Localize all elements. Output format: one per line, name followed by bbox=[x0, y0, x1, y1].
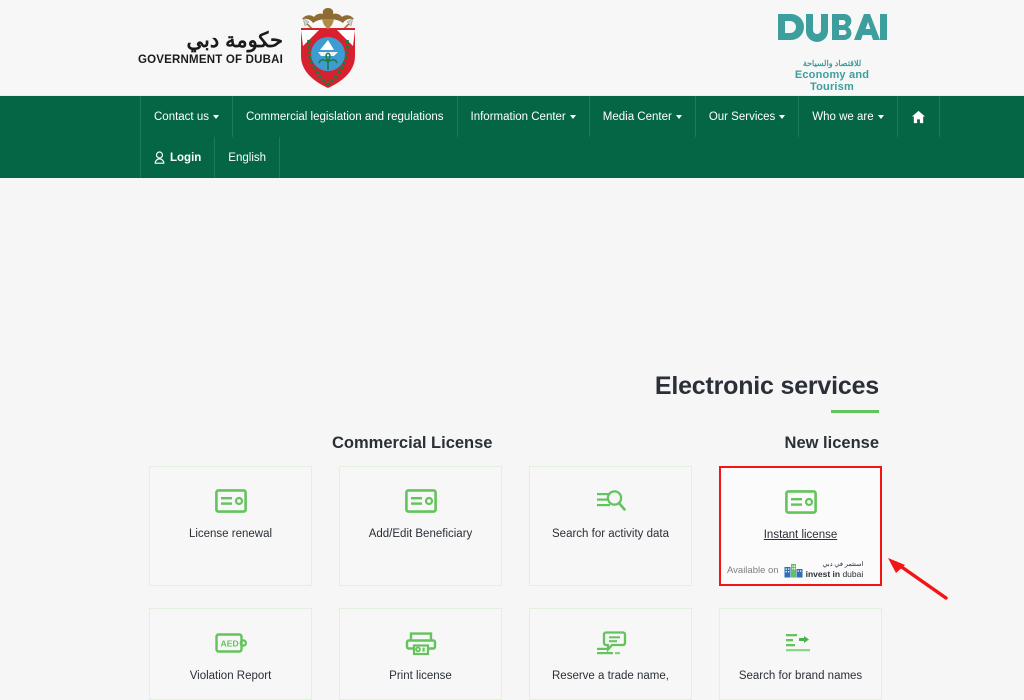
gov-logo-arabic: حكومة دبي bbox=[186, 28, 283, 52]
dubai-wordmark-icon bbox=[778, 13, 887, 42]
language-label: English bbox=[228, 151, 267, 164]
page-title: Electronic services bbox=[654, 372, 879, 400]
nav-item-media-center[interactable]: Media Center bbox=[588, 96, 695, 137]
government-of-dubai-logo[interactable]: حكومة دبي GOVERNMENT OF DUBAI bbox=[138, 8, 367, 88]
chevron-down-icon bbox=[212, 114, 219, 119]
nav-label: Our Services bbox=[708, 110, 776, 123]
nav-item-commercial-legislation[interactable]: Commercial legislation and regulations bbox=[231, 96, 457, 137]
available-on-text: Available on bbox=[727, 564, 779, 576]
det-logo-english: Economy and Tourism bbox=[794, 69, 870, 93]
invest-in-dubai-english: invest in dubai bbox=[805, 568, 864, 579]
service-card-label: Add/Edit Beneficiary bbox=[368, 528, 473, 540]
id-card-icon bbox=[404, 485, 437, 517]
service-card-search-brand-names[interactable]: Search for brand names bbox=[719, 608, 882, 700]
main-content: Electronic services Commercial License N… bbox=[0, 178, 1024, 700]
dubai-emblem-icon bbox=[301, 8, 355, 88]
dubai-economy-tourism-logo[interactable]: للاقتصاد والسياحة Economy and Tourism bbox=[776, 12, 888, 93]
service-card-reserve-trade-name[interactable]: Reserve a trade name, bbox=[529, 608, 692, 700]
nav-label: Media Center bbox=[602, 110, 672, 123]
gov-logo-text: حكومة دبي GOVERNMENT OF DUBAI bbox=[138, 30, 283, 67]
nav-item-who-we-are[interactable]: Who we are bbox=[798, 96, 896, 137]
svg-text:AED: AED bbox=[220, 638, 238, 648]
service-card-label: Search for activity data bbox=[552, 528, 669, 540]
nav-label: Information Center bbox=[470, 110, 566, 123]
service-card-label: License renewal bbox=[188, 528, 273, 540]
service-card-license-renewal[interactable]: License renewal bbox=[149, 466, 312, 586]
nav-item-contact-us[interactable]: Contact us bbox=[140, 96, 232, 137]
aed-wallet-icon: AED bbox=[214, 627, 247, 659]
annotation-arrow-icon bbox=[888, 558, 948, 600]
login-label: Login bbox=[170, 151, 202, 164]
language-switch-english[interactable]: English bbox=[214, 137, 281, 178]
service-card-violation-report[interactable]: AED Violation Report bbox=[149, 608, 312, 700]
page-title-underline bbox=[831, 410, 879, 413]
section-heading-new-license: New license bbox=[784, 434, 879, 452]
lines-arrow-icon bbox=[785, 627, 817, 659]
available-on-badge: Available on استثمر في دبي invest in dub… bbox=[727, 561, 874, 579]
nav-item-information-center[interactable]: Information Center bbox=[456, 96, 589, 137]
service-card-add-edit-beneficiary[interactable]: Add/Edit Beneficiary bbox=[339, 466, 502, 586]
service-card-label: Search for brand names bbox=[738, 670, 863, 682]
det-logo-arabic: للاقتصاد والسياحة bbox=[802, 59, 862, 68]
invest-in-dubai-buildings-icon bbox=[784, 563, 803, 577]
service-card-label: Violation Report bbox=[189, 670, 272, 682]
nav-label: Contact us bbox=[154, 110, 209, 123]
service-card-print-license[interactable]: Print license bbox=[339, 608, 502, 700]
main-navigation: Contact us Commercial legislation and re… bbox=[0, 96, 1024, 178]
home-icon bbox=[911, 110, 925, 123]
nav-label: Who we are bbox=[812, 110, 874, 123]
invest-in-dubai-bold: invest in bbox=[805, 568, 841, 579]
nav-secondary-row: Login English bbox=[0, 137, 1024, 178]
chevron-down-icon bbox=[569, 114, 576, 119]
speech-bubble-lines-icon bbox=[595, 627, 627, 659]
services-grid: License renewal Add/Edit Beneficiary Sea… bbox=[149, 466, 882, 700]
chevron-down-icon bbox=[877, 114, 884, 119]
nav-item-home[interactable] bbox=[896, 96, 940, 137]
id-card-icon bbox=[214, 485, 247, 517]
service-card-label: Instant license bbox=[763, 529, 838, 541]
id-card-icon bbox=[784, 486, 817, 518]
chevron-down-icon bbox=[675, 114, 682, 119]
gov-logo-english: GOVERNMENT OF DUBAI bbox=[138, 53, 283, 66]
section-heading-commercial-license: Commercial License bbox=[332, 434, 493, 452]
service-card-label: Reserve a trade name, bbox=[552, 670, 669, 682]
nav-primary-row: Contact us Commercial legislation and re… bbox=[0, 96, 1024, 137]
service-card-search-activity-data[interactable]: Search for activity data bbox=[529, 466, 692, 586]
nav-label: Commercial legislation and regulations bbox=[245, 110, 444, 123]
printer-icon bbox=[405, 627, 437, 659]
service-card-instant-license[interactable]: Instant license Available on استثمر في د… bbox=[719, 466, 882, 586]
logo-band: حكومة دبي GOVERNMENT OF DUBAI للاقتصاد و… bbox=[0, 0, 1024, 96]
login-button[interactable]: Login bbox=[140, 137, 214, 178]
page-root: حكومة دبي GOVERNMENT OF DUBAI للاقتصاد و… bbox=[0, 0, 1024, 700]
service-card-label: Print license bbox=[389, 670, 452, 682]
invest-in-dubai-logo[interactable]: استثمر في دبي invest in dubai bbox=[784, 561, 864, 579]
user-icon bbox=[154, 151, 165, 164]
invest-in-dubai-rest: dubai bbox=[842, 568, 864, 579]
search-lines-icon bbox=[595, 485, 627, 517]
nav-item-our-services[interactable]: Our Services bbox=[694, 96, 798, 137]
invest-in-dubai-text: استثمر في دبي invest in dubai bbox=[805, 561, 864, 579]
chevron-down-icon bbox=[779, 114, 786, 119]
